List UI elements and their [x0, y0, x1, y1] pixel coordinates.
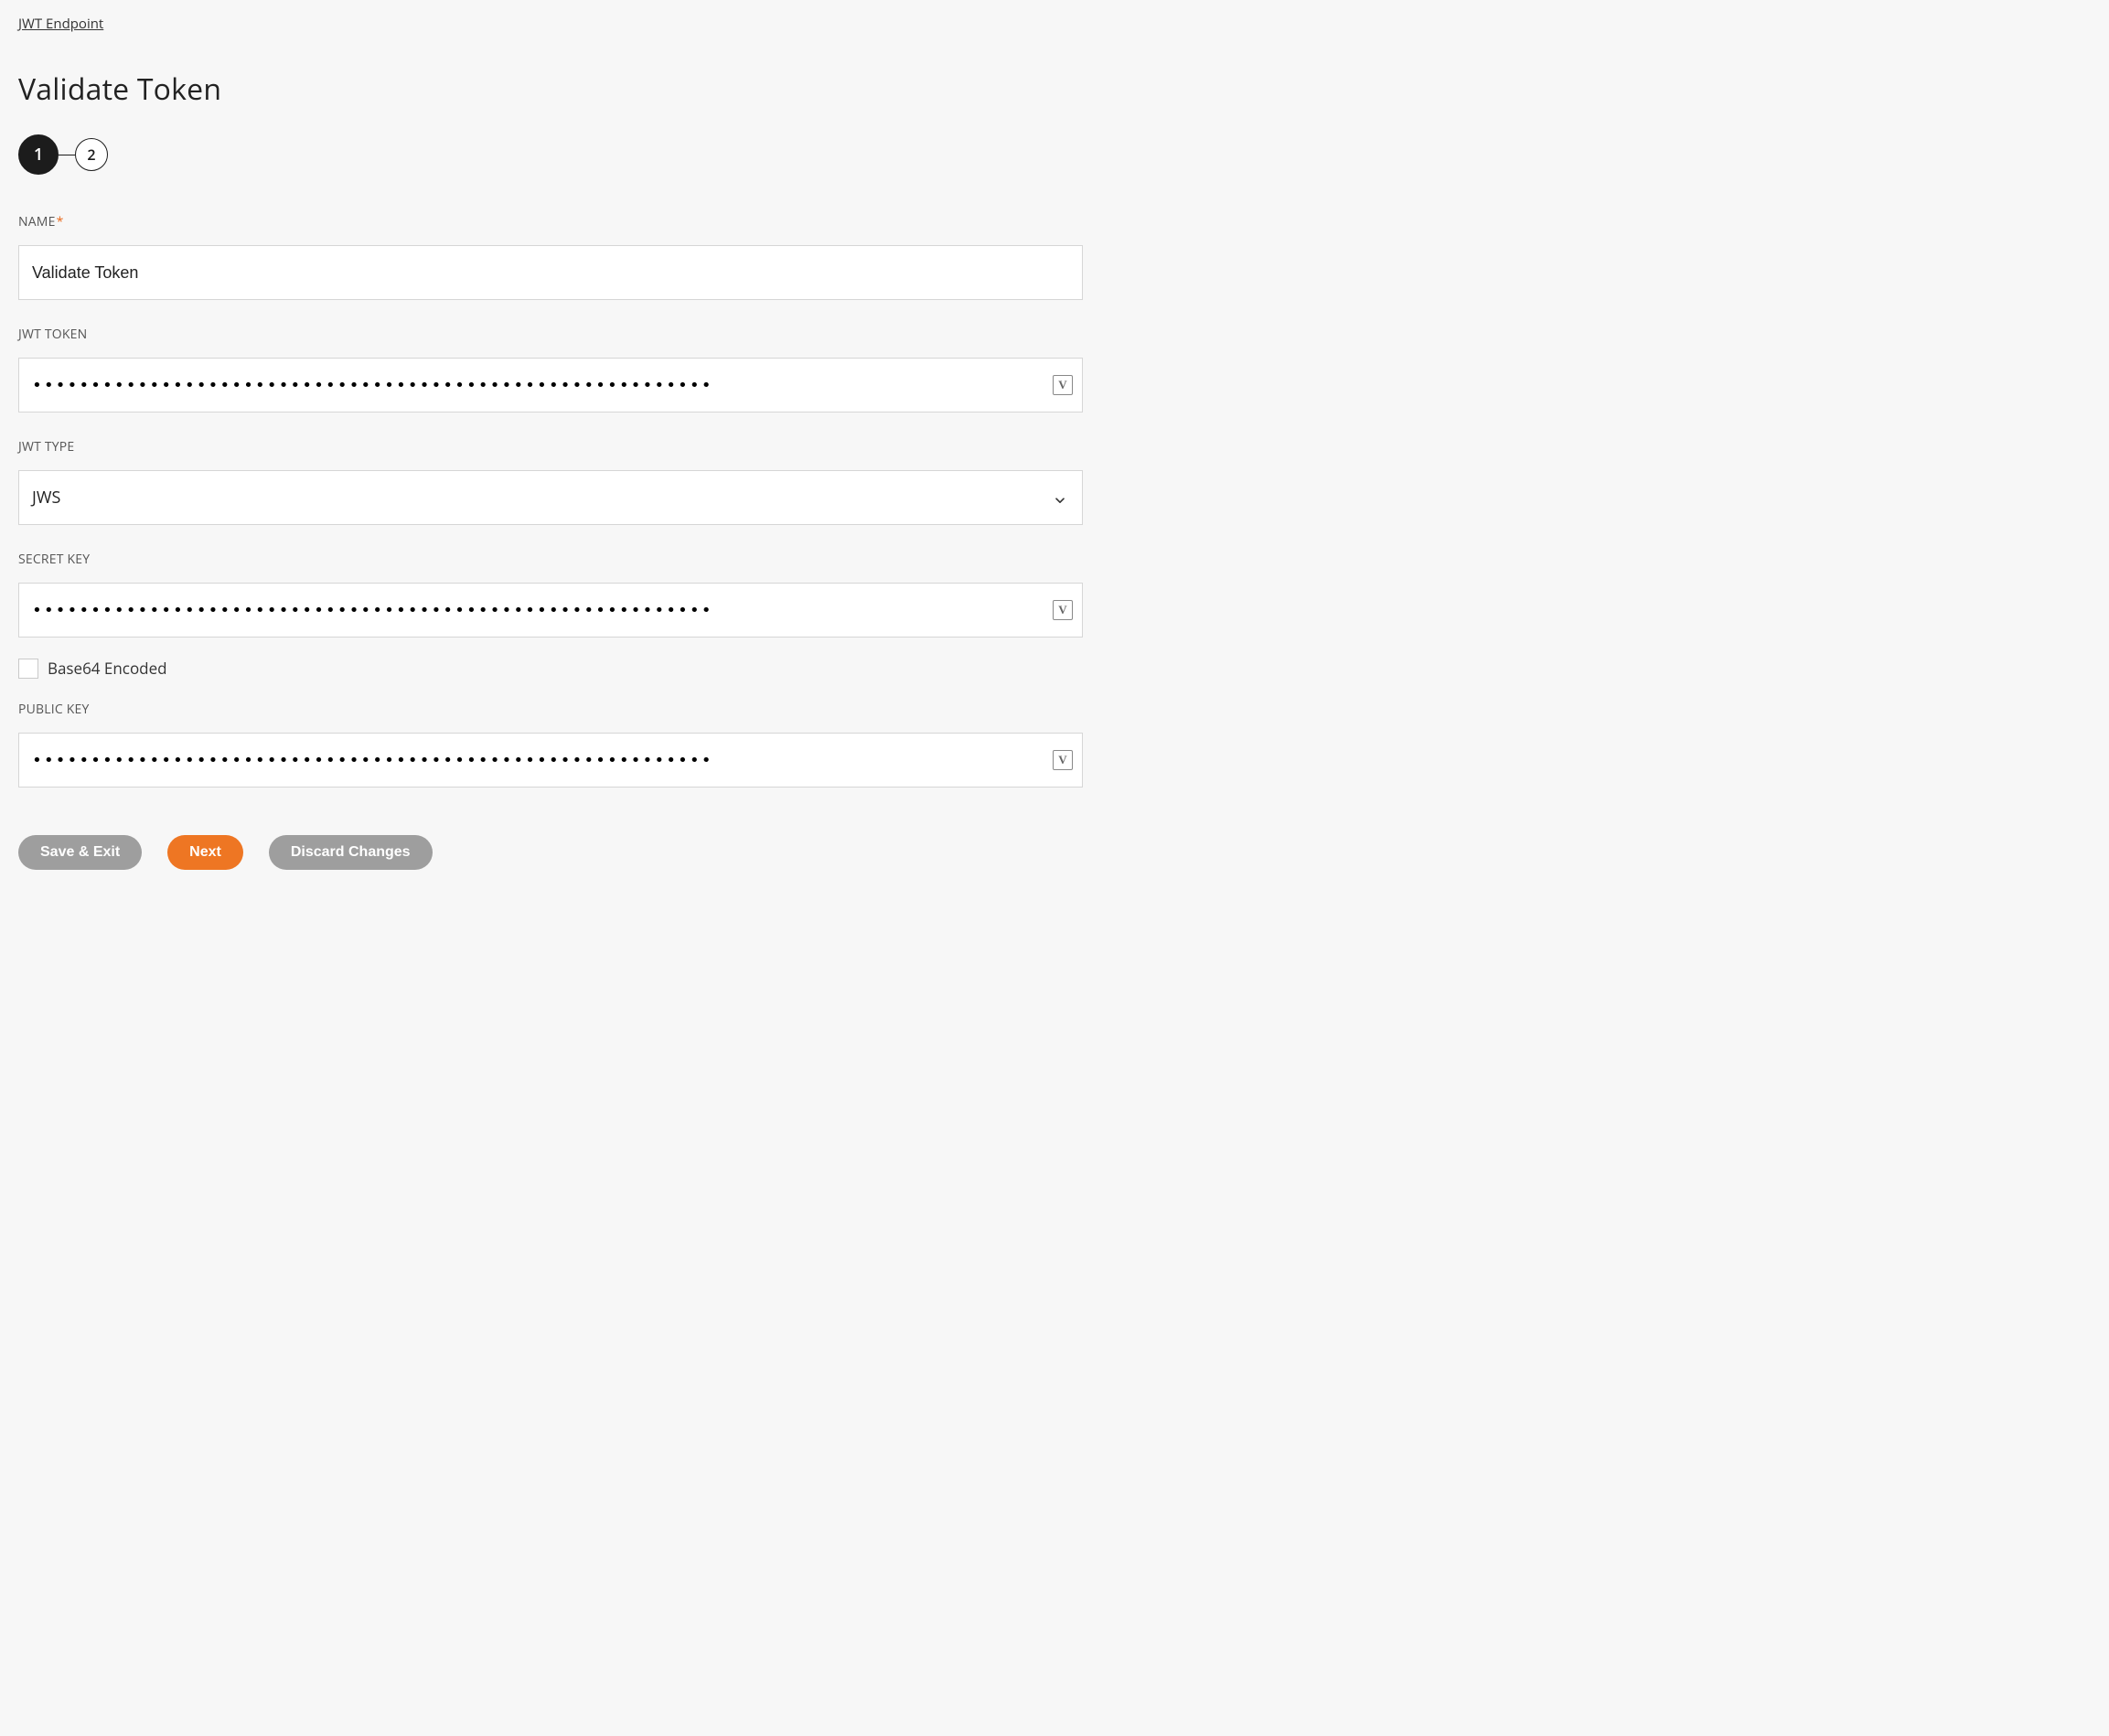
- page-container: JWT Endpoint Validate Token 1 2 NAME* JW…: [0, 0, 1101, 897]
- wizard-stepper: 1 2: [18, 134, 1083, 175]
- discard-button[interactable]: Discard Changes: [269, 835, 433, 870]
- public-key-masked: ••••••••••••••••••••••••••••••••••••••••…: [32, 751, 713, 770]
- field-jwt-token: JWT TOKEN ••••••••••••••••••••••••••••••…: [18, 326, 1083, 413]
- public-key-label: PUBLIC KEY: [18, 701, 1083, 718]
- public-key-input[interactable]: ••••••••••••••••••••••••••••••••••••••••…: [18, 733, 1083, 788]
- chevron-down-icon: [1053, 493, 1067, 508]
- page-title: Validate Token: [18, 70, 1083, 109]
- jwt-type-value: JWS: [32, 487, 60, 509]
- jwt-token-input[interactable]: ••••••••••••••••••••••••••••••••••••••••…: [18, 358, 1083, 413]
- footer-buttons: Save & Exit Next Discard Changes: [18, 835, 1083, 870]
- jwt-type-label: JWT TYPE: [18, 438, 1083, 455]
- base64-label: Base64 Encoded: [48, 658, 167, 679]
- next-button[interactable]: Next: [167, 835, 243, 870]
- jwt-token-label: JWT TOKEN: [18, 326, 1083, 343]
- save-exit-button[interactable]: Save & Exit: [18, 835, 142, 870]
- step-2[interactable]: 2: [75, 138, 108, 171]
- variable-picker-icon[interactable]: V: [1053, 750, 1073, 770]
- required-star: *: [57, 213, 64, 230]
- variable-picker-icon[interactable]: V: [1053, 375, 1073, 395]
- name-label: NAME*: [18, 213, 1083, 230]
- secret-key-input[interactable]: ••••••••••••••••••••••••••••••••••••••••…: [18, 583, 1083, 638]
- field-public-key: PUBLIC KEY •••••••••••••••••••••••••••••…: [18, 701, 1083, 788]
- field-name: NAME*: [18, 213, 1083, 300]
- step-1[interactable]: 1: [18, 134, 59, 175]
- secret-key-masked: ••••••••••••••••••••••••••••••••••••••••…: [32, 601, 713, 620]
- name-label-text: NAME: [18, 213, 56, 230]
- jwt-token-masked: ••••••••••••••••••••••••••••••••••••••••…: [32, 376, 713, 395]
- secret-key-label: SECRET KEY: [18, 551, 1083, 568]
- name-input[interactable]: [18, 245, 1083, 300]
- base64-checkbox[interactable]: [18, 659, 38, 679]
- jwt-type-select[interactable]: JWS: [18, 470, 1083, 525]
- base64-checkbox-row[interactable]: Base64 Encoded: [18, 658, 1083, 679]
- field-jwt-type: JWT TYPE JWS: [18, 438, 1083, 525]
- breadcrumb-link[interactable]: JWT Endpoint: [18, 15, 103, 33]
- field-secret-key: SECRET KEY •••••••••••••••••••••••••••••…: [18, 551, 1083, 638]
- variable-picker-icon[interactable]: V: [1053, 600, 1073, 620]
